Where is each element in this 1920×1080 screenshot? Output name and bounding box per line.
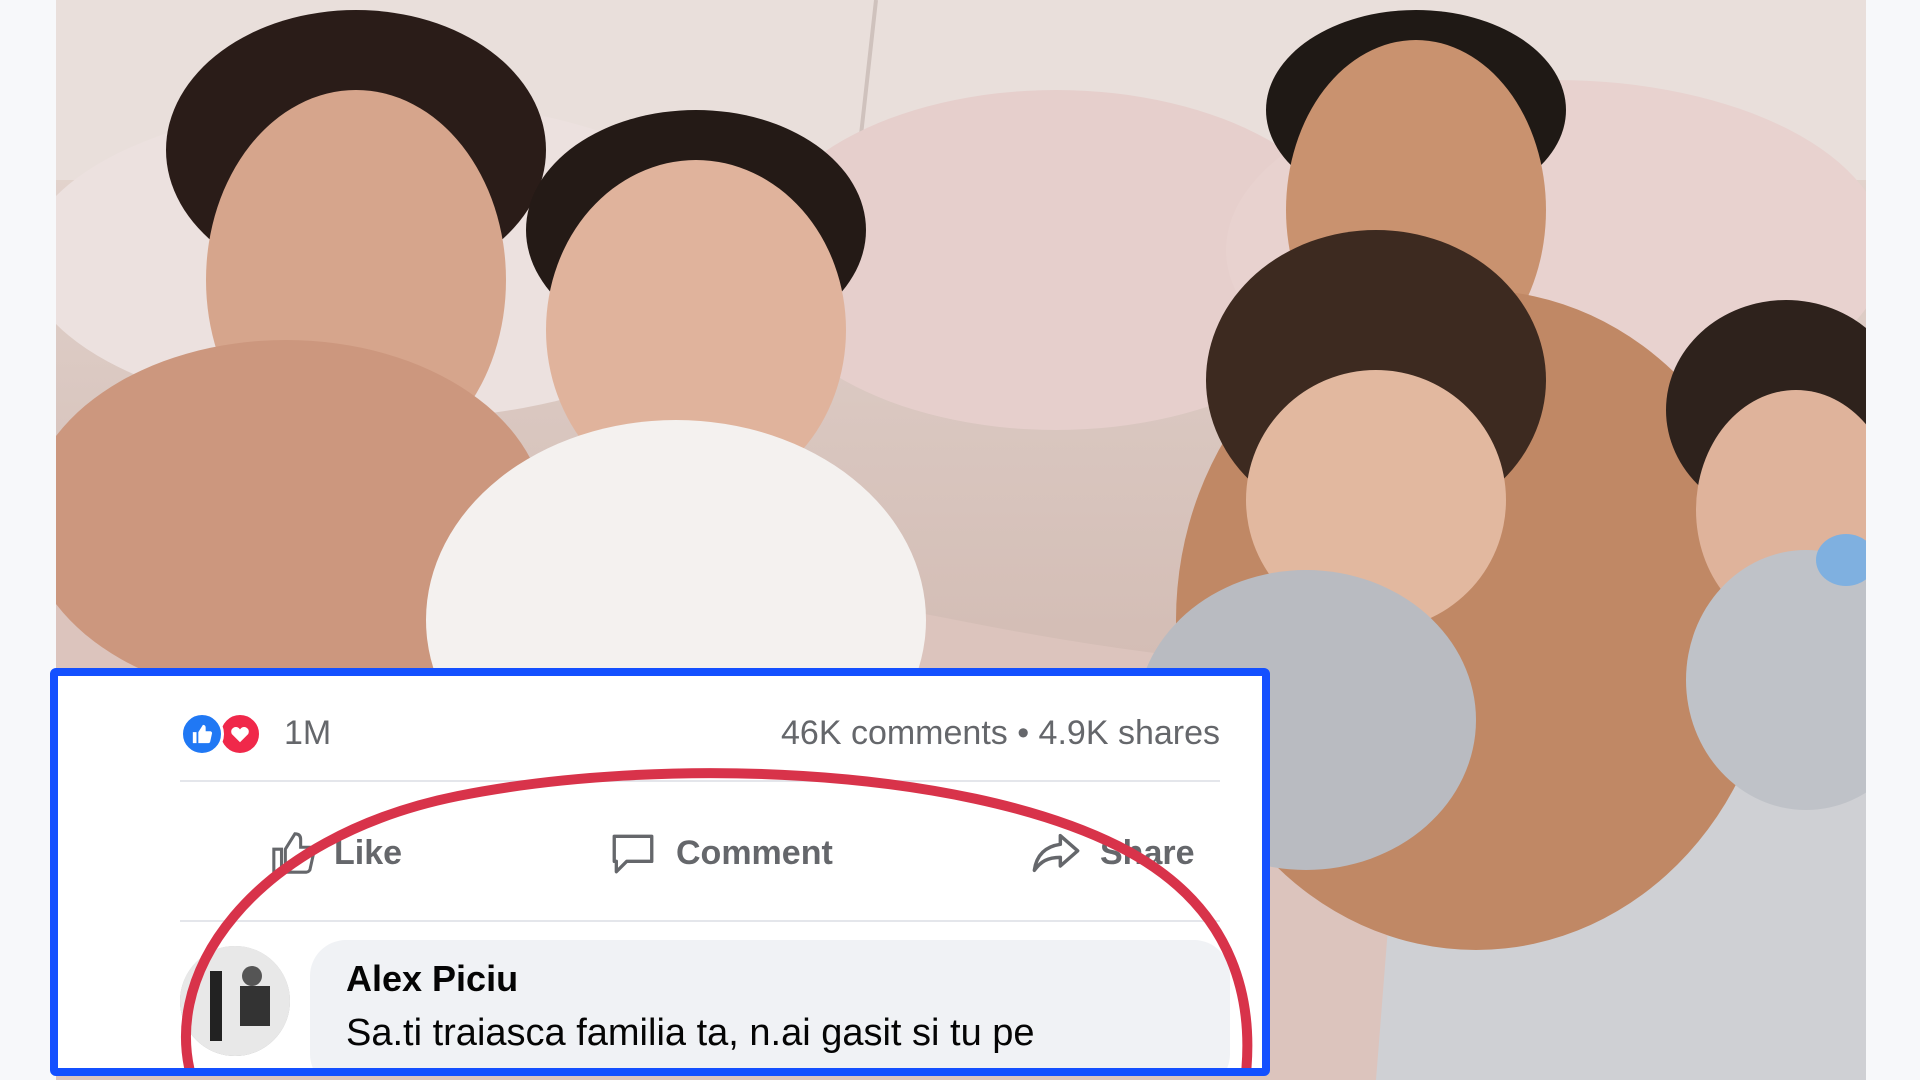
facebook-post-footer: 1M 46K comments • 4.9K shares Like Comme… [102,676,1262,1068]
like-button[interactable]: Like [270,808,402,898]
avatar[interactable] [180,946,290,1056]
divider-bottom [180,920,1220,922]
comment-author[interactable]: Alex Piciu [346,958,518,1000]
comment-icon [608,828,658,878]
comment: Alex Piciu Sa.ti traiasca familia ta, n.… [180,934,1262,1068]
comments-shares-count[interactable]: 46K comments • 4.9K shares [781,714,1220,753]
comment-button[interactable]: Comment [608,808,833,898]
share-icon [1030,827,1082,879]
action-bar: Like Comment Share [180,808,1220,898]
share-label: Share [1100,833,1195,872]
divider-top [180,780,1220,782]
reaction-icons [180,712,276,760]
like-label: Like [334,833,403,872]
share-button[interactable]: Share [1030,808,1195,898]
love-icon [218,712,262,756]
comment-label: Comment [676,833,833,872]
like-icon [180,712,224,756]
comment-bubble: Alex Piciu Sa.ti traiasca familia ta, n.… [310,940,1230,1068]
reactions-summary[interactable]: 1M 46K comments • 4.9K shares [180,708,1220,760]
comment-text: Sa.ti traiasca familia ta, n.ai gasit si… [346,1012,1035,1054]
left-margin [0,0,56,1080]
highlight-box: 1M 46K comments • 4.9K shares Like Comme… [50,668,1270,1076]
thumbs-up-icon [270,830,316,876]
reaction-count: 1M [284,714,332,752]
page: 1M 46K comments • 4.9K shares Like Comme… [0,0,1920,1080]
right-margin [1866,0,1920,1080]
